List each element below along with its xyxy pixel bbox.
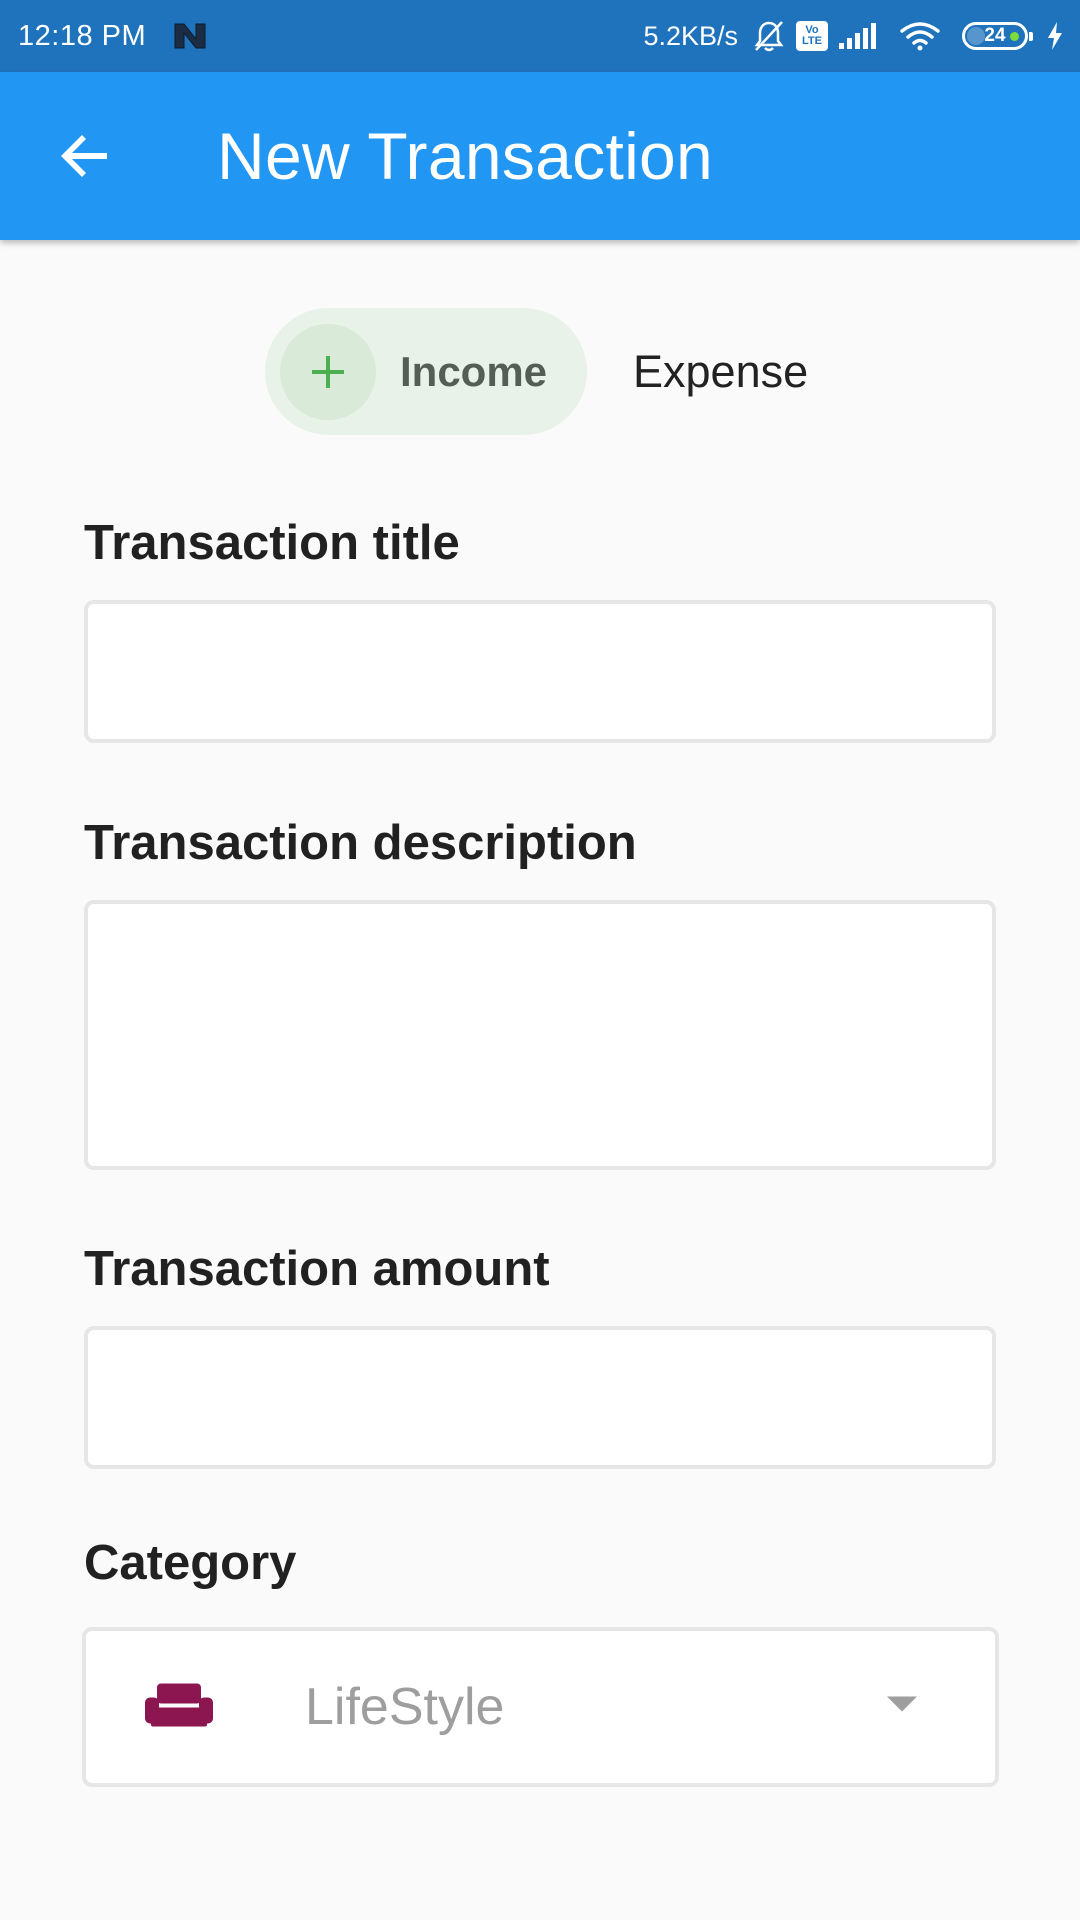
volte-icon: Vo LTE: [796, 21, 828, 51]
status-right: 5.2KB/s Vo LTE 24: [643, 19, 1064, 53]
charging-icon: [1046, 21, 1064, 51]
transaction-type-toggle: Income Expense: [265, 308, 808, 435]
arrow-back-icon: [61, 135, 107, 177]
battery-level: 24: [984, 25, 1006, 46]
income-option[interactable]: Income: [265, 308, 587, 435]
battery-icon: 24: [962, 22, 1033, 50]
status-left: 12:18 PM: [18, 20, 208, 53]
expense-option[interactable]: Expense: [633, 346, 808, 398]
transaction-title-label: Transaction title: [84, 516, 460, 570]
transaction-description-input[interactable]: [84, 900, 996, 1170]
page-title: New Transaction: [217, 119, 714, 193]
n-app-icon: [172, 21, 208, 51]
transaction-title-input[interactable]: [84, 600, 996, 743]
bell-off-icon: [752, 19, 786, 53]
transaction-amount-label: Transaction amount: [84, 1242, 550, 1296]
income-icon-circle: [280, 323, 376, 420]
status-time: 12:18 PM: [18, 19, 147, 52]
status-bar: 12:18 PM 5.2KB/s Vo LTE 24: [0, 0, 1080, 72]
wifi-icon: [900, 21, 940, 51]
volte-line-2: LTE: [802, 35, 822, 47]
category-selected-value: LifeStyle: [305, 1678, 505, 1736]
battery-cap: [1029, 32, 1033, 41]
back-button[interactable]: [50, 121, 120, 191]
app-bar: New Transaction: [0, 72, 1080, 240]
sofa-icon: [145, 1682, 213, 1733]
signal-icon: [838, 21, 880, 51]
income-label: Income: [400, 347, 548, 395]
chevron-down-icon: [887, 1696, 917, 1718]
battery-charge-dot: [1010, 32, 1019, 41]
transaction-description-label: Transaction description: [84, 816, 637, 870]
category-dropdown[interactable]: LifeStyle: [82, 1627, 999, 1787]
screen: 12:18 PM 5.2KB/s Vo LTE 24 New Transacti…: [0, 0, 1080, 1920]
network-speed: 5.2KB/s: [643, 20, 738, 51]
plus-icon: [312, 355, 344, 388]
transaction-amount-input[interactable]: [84, 1326, 996, 1469]
category-label: Category: [84, 1536, 297, 1590]
